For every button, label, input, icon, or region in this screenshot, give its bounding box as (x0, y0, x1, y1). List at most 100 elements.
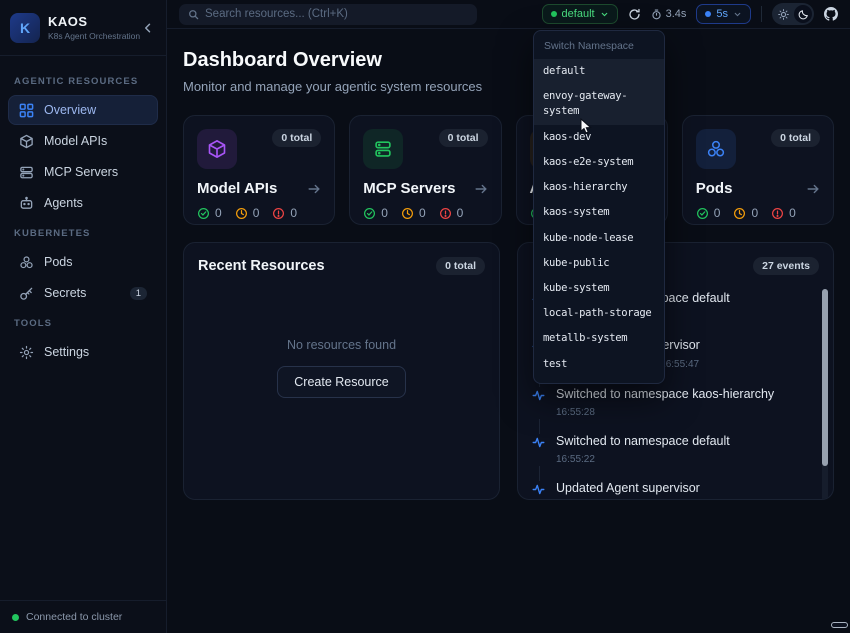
sidebar-item-overview[interactable]: Overview (8, 95, 158, 125)
refresh-interval-button[interactable]: 5s (696, 4, 751, 24)
check-circle-icon (696, 207, 709, 220)
activity-icon (532, 434, 545, 466)
stat-card-model-apis[interactable]: 0 total Model APIs 0 0 0 (183, 115, 335, 225)
namespace-option-kaos-dev[interactable]: kaos-dev (534, 125, 664, 150)
namespace-menu-title: Switch Namespace (534, 31, 664, 59)
bot-icon (19, 196, 34, 211)
event-timestamp: 16:55:22 (556, 454, 595, 465)
section-title-agentic-resources: AGENTIC RESOURCES (14, 76, 152, 87)
sidebar-header: K KAOS K8s Agent Orchestration (0, 0, 166, 56)
main-content: Dashboard Overview Monitor and manage yo… (167, 29, 850, 633)
stat-card-title: Model APIs (197, 180, 277, 197)
github-icon (824, 7, 838, 21)
event-timestamp: 16:55:47 (660, 359, 699, 370)
sidebar-item-label: Settings (44, 345, 89, 359)
recent-resources-title: Recent Resources (198, 258, 325, 274)
check-circle-icon (363, 207, 376, 220)
namespace-option-kube-system[interactable]: kube-system (534, 276, 664, 301)
sidebar-item-label: Agents (44, 196, 83, 210)
stat-card-title: MCP Servers (363, 180, 455, 197)
github-link[interactable] (824, 7, 838, 21)
secrets-count-badge: 1 (130, 287, 147, 300)
moon-icon (798, 9, 809, 20)
sidebar-nav: AGENTIC RESOURCES Overview Model APIs MC… (0, 56, 166, 378)
sidebar-item-pods[interactable]: Pods (8, 247, 158, 277)
pending-count: 0 (419, 206, 426, 220)
activity-icon (532, 387, 545, 419)
chevron-down-icon (733, 10, 742, 19)
namespace-option-metallb-system[interactable]: metallb-system (534, 326, 664, 351)
arrow-right-icon (307, 182, 321, 196)
cube-icon (19, 134, 34, 149)
total-badge: 0 total (771, 129, 820, 147)
failed-count: 0 (457, 206, 464, 220)
namespace-option-kaos-hierarchy[interactable]: kaos-hierarchy (534, 175, 664, 200)
topbar-divider (761, 6, 762, 22)
event-item[interactable]: Updated Agent supervisor (532, 481, 805, 500)
stat-card-grid: 0 total Model APIs 0 0 0 0 total MCP Ser… (183, 115, 834, 225)
alert-circle-icon (771, 207, 784, 220)
grid-icon (19, 103, 34, 118)
section-title-kubernetes: KUBERNETES (14, 228, 152, 239)
namespace-option-kaos-e2e-system[interactable]: kaos-e2e-system (534, 150, 664, 175)
search-icon (188, 9, 199, 20)
clock-icon (733, 207, 746, 220)
refresh-button[interactable] (628, 8, 641, 21)
horizontal-scrollbar-thumb[interactable] (831, 622, 848, 628)
namespace-option-default[interactable]: default (534, 59, 664, 84)
event-label: Updated Agent supervisor (556, 481, 700, 495)
sun-icon (778, 9, 789, 20)
event-item[interactable]: Switched to namespace kaos-hierarchy 16:… (532, 387, 805, 419)
namespace-selector-label: default (562, 8, 595, 20)
total-badge: 0 total (272, 129, 321, 147)
light-theme-button[interactable] (774, 5, 792, 23)
namespace-selector-button[interactable]: default (542, 4, 618, 24)
clock-icon (235, 207, 248, 220)
activity-icon (532, 481, 545, 500)
sidebar-item-model-apis[interactable]: Model APIs (8, 126, 158, 156)
empty-state-text: No resources found (287, 338, 396, 352)
search-input[interactable] (205, 8, 468, 20)
clock-icon (401, 207, 414, 220)
dark-theme-button[interactable] (794, 5, 812, 23)
create-resource-button[interactable]: Create Resource (277, 366, 406, 398)
key-icon (19, 286, 34, 301)
connection-status-label: Connected to cluster (26, 611, 122, 623)
sidebar-item-settings[interactable]: Settings (8, 337, 158, 367)
event-item[interactable]: Switched to namespace default 16:55:22 (532, 434, 805, 466)
sidebar-item-secrets[interactable]: Secrets 1 (8, 278, 158, 308)
stat-card-pods[interactable]: 0 total Pods 0 0 0 (682, 115, 834, 225)
ready-count: 0 (215, 206, 222, 220)
sidebar-item-agents[interactable]: Agents (8, 188, 158, 218)
namespace-option-test[interactable]: test (534, 352, 664, 377)
arrow-right-icon (474, 182, 488, 196)
chevron-down-icon (600, 10, 609, 19)
search-bar[interactable] (179, 4, 477, 25)
refresh-icon (628, 8, 641, 21)
total-badge: 0 total (439, 129, 488, 147)
app-logo: K (10, 13, 40, 43)
server-icon (19, 165, 34, 180)
alert-circle-icon (439, 207, 452, 220)
sidebar-collapse-button[interactable] (140, 20, 156, 36)
namespace-option-kaos-system[interactable]: kaos-system (534, 200, 664, 225)
event-label: Switched to namespace default (556, 434, 730, 448)
page-title: Dashboard Overview (183, 49, 834, 72)
gear-icon (19, 345, 34, 360)
namespace-dropdown-menu: Switch Namespace default envoy-gateway-s… (533, 30, 665, 384)
namespace-option-kube-node-lease[interactable]: kube-node-lease (534, 226, 664, 251)
total-badge: 0 total (436, 257, 485, 275)
sidebar-item-label: Secrets (44, 286, 86, 300)
pods-icon (696, 129, 736, 169)
chevron-left-icon (142, 22, 154, 34)
event-timestamp: 16:55:28 (556, 407, 595, 418)
namespace-option-envoy-gateway-system[interactable]: envoy-gateway-system (534, 84, 664, 124)
sidebar-item-mcp-servers[interactable]: MCP Servers (8, 157, 158, 187)
events-scrollbar-thumb[interactable] (822, 289, 828, 466)
stat-card-mcp-servers[interactable]: 0 total MCP Servers 0 0 0 (349, 115, 501, 225)
server-icon (363, 129, 403, 169)
theme-toggle (772, 3, 814, 25)
namespace-option-kube-public[interactable]: kube-public (534, 251, 664, 276)
sidebar-item-label: Pods (44, 255, 73, 269)
namespace-option-local-path-storage[interactable]: local-path-storage (534, 301, 664, 326)
